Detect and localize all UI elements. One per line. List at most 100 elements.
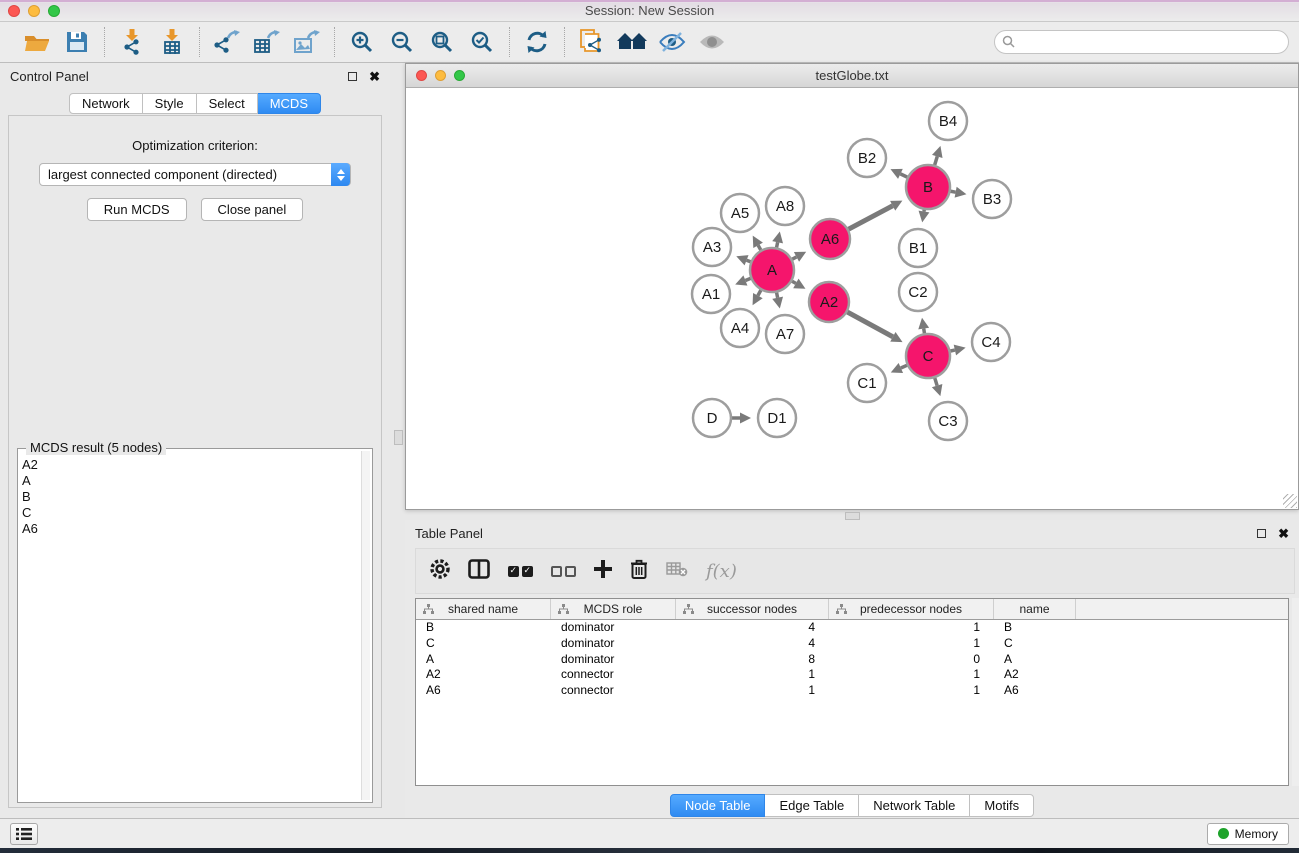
edge-C-C1[interactable]: [901, 365, 907, 368]
edge-A-A4[interactable]: [758, 290, 761, 295]
table-row[interactable]: Adominator80A: [416, 652, 1288, 668]
edge-C-C2[interactable]: [924, 329, 925, 334]
table-cell[interactable]: 0: [829, 652, 994, 668]
table-cell[interactable]: A2: [416, 667, 551, 683]
table-cell[interactable]: dominator: [551, 652, 676, 668]
table-cell[interactable]: dominator: [551, 636, 676, 652]
export-table-button[interactable]: [250, 26, 284, 58]
select-all-button[interactable]: [508, 566, 533, 577]
table-row[interactable]: Bdominator41B: [416, 620, 1288, 636]
import-network-button[interactable]: [115, 26, 149, 58]
table-cell[interactable]: 1: [676, 683, 829, 699]
table-cell[interactable]: 1: [829, 667, 994, 683]
edge-C-C4[interactable]: [950, 350, 954, 351]
refresh-button[interactable]: [520, 26, 554, 58]
edge-B-B3[interactable]: [951, 191, 956, 192]
table-row[interactable]: A6connector11A6: [416, 683, 1288, 699]
table-tab-node-table[interactable]: Node Table: [670, 794, 766, 817]
export-image-button[interactable]: [290, 26, 324, 58]
search-input[interactable]: [994, 30, 1289, 54]
edge-A-A8[interactable]: [777, 242, 778, 247]
close-panel-icon[interactable]: ✖: [369, 70, 380, 83]
table-tab-edge-table[interactable]: Edge Table: [765, 794, 859, 817]
table-cell[interactable]: A6: [416, 683, 551, 699]
table-tab-network-table[interactable]: Network Table: [859, 794, 970, 817]
table-cell[interactable]: A: [994, 652, 1076, 668]
resize-grip[interactable]: [1283, 494, 1297, 508]
vertical-splitter-handle[interactable]: [394, 430, 403, 445]
zoom-fit-button[interactable]: [425, 26, 459, 58]
table-cell[interactable]: A: [416, 652, 551, 668]
show-columns-button[interactable]: [468, 559, 490, 584]
result-list-item[interactable]: A6: [20, 521, 360, 537]
table-close-icon[interactable]: ✖: [1278, 527, 1289, 540]
table-cell[interactable]: 1: [829, 636, 994, 652]
tab-style[interactable]: Style: [143, 93, 197, 114]
result-scrollbar[interactable]: [361, 451, 370, 800]
optimization-dropdown[interactable]: largest connected component (directed): [39, 163, 351, 186]
network-canvas[interactable]: ABCA6A2A1A3A4A5A7A8B1B2B3B4C1C2C3C4DD1: [406, 89, 1298, 509]
edge-B-B4[interactable]: [935, 156, 938, 165]
memory-button[interactable]: Memory: [1207, 823, 1289, 845]
close-panel-button[interactable]: Close panel: [201, 198, 304, 221]
table-cell[interactable]: A2: [994, 667, 1076, 683]
table-cell[interactable]: connector: [551, 683, 676, 699]
table-row[interactable]: A2connector11A2: [416, 667, 1288, 683]
table-cell[interactable]: dominator: [551, 620, 676, 636]
column-header-successor-nodes[interactable]: successor nodes: [676, 599, 829, 619]
show-graphics-button[interactable]: [695, 26, 729, 58]
table-cell[interactable]: 4: [676, 620, 829, 636]
mcds-result-list[interactable]: A2ABCA6: [20, 457, 360, 800]
column-header-name[interactable]: name: [994, 599, 1076, 619]
float-panel-icon[interactable]: [348, 72, 357, 81]
result-list-item[interactable]: A: [20, 473, 360, 489]
column-header-shared-name[interactable]: shared name: [416, 599, 551, 619]
table-cell[interactable]: 1: [829, 620, 994, 636]
table-mode-button[interactable]: [430, 559, 450, 584]
edge-A-A5[interactable]: [758, 245, 761, 250]
open-session-button[interactable]: [20, 26, 54, 58]
horizontal-splitter-handle[interactable]: [845, 512, 860, 520]
table-cell[interactable]: 1: [829, 683, 994, 699]
table-cell[interactable]: connector: [551, 667, 676, 683]
zoom-out-button[interactable]: [385, 26, 419, 58]
task-history-button[interactable]: [10, 823, 38, 845]
delete-columns-button[interactable]: [630, 559, 648, 584]
table-cell[interactable]: B: [416, 620, 551, 636]
table-tab-motifs[interactable]: Motifs: [970, 794, 1034, 817]
result-list-item[interactable]: A2: [20, 457, 360, 473]
result-list-item[interactable]: B: [20, 489, 360, 505]
edge-B-B2[interactable]: [900, 174, 907, 177]
hide-graphics-button[interactable]: [655, 26, 689, 58]
edge-A2-C[interactable]: [847, 312, 892, 337]
table-float-icon[interactable]: [1257, 529, 1266, 538]
deselect-all-button[interactable]: [551, 566, 576, 577]
table-cell[interactable]: 1: [676, 667, 829, 683]
edge-C-C3[interactable]: [935, 378, 937, 386]
table-scrollbar[interactable]: [1292, 598, 1299, 786]
function-builder-button[interactable]: f(x): [706, 561, 737, 582]
table-cell[interactable]: 4: [676, 636, 829, 652]
table-cell[interactable]: 8: [676, 652, 829, 668]
run-mcds-button[interactable]: Run MCDS: [87, 198, 187, 221]
home-button[interactable]: [615, 26, 649, 58]
zoom-in-button[interactable]: [345, 26, 379, 58]
result-list-item[interactable]: C: [20, 505, 360, 521]
clone-network-button[interactable]: [575, 26, 609, 58]
import-table-button[interactable]: [155, 26, 189, 58]
table-cell[interactable]: C: [416, 636, 551, 652]
edge-A-A7[interactable]: [777, 293, 778, 298]
save-session-button[interactable]: [60, 26, 94, 58]
network-window-titlebar[interactable]: testGlobe.txt: [406, 64, 1298, 88]
column-header-predecessor-nodes[interactable]: predecessor nodes: [829, 599, 994, 619]
table-row[interactable]: Cdominator41C: [416, 636, 1288, 652]
edge-A-A1[interactable]: [745, 278, 750, 280]
delete-table-button[interactable]: [666, 561, 688, 582]
edge-A-A6[interactable]: [792, 257, 796, 259]
tab-mcds[interactable]: MCDS: [258, 93, 321, 114]
edge-A6-B[interactable]: [849, 206, 893, 229]
column-header-MCDS-role[interactable]: MCDS role: [551, 599, 676, 619]
table-cell[interactable]: A6: [994, 683, 1076, 699]
table-cell[interactable]: B: [994, 620, 1076, 636]
edge-A-A3[interactable]: [747, 260, 751, 262]
